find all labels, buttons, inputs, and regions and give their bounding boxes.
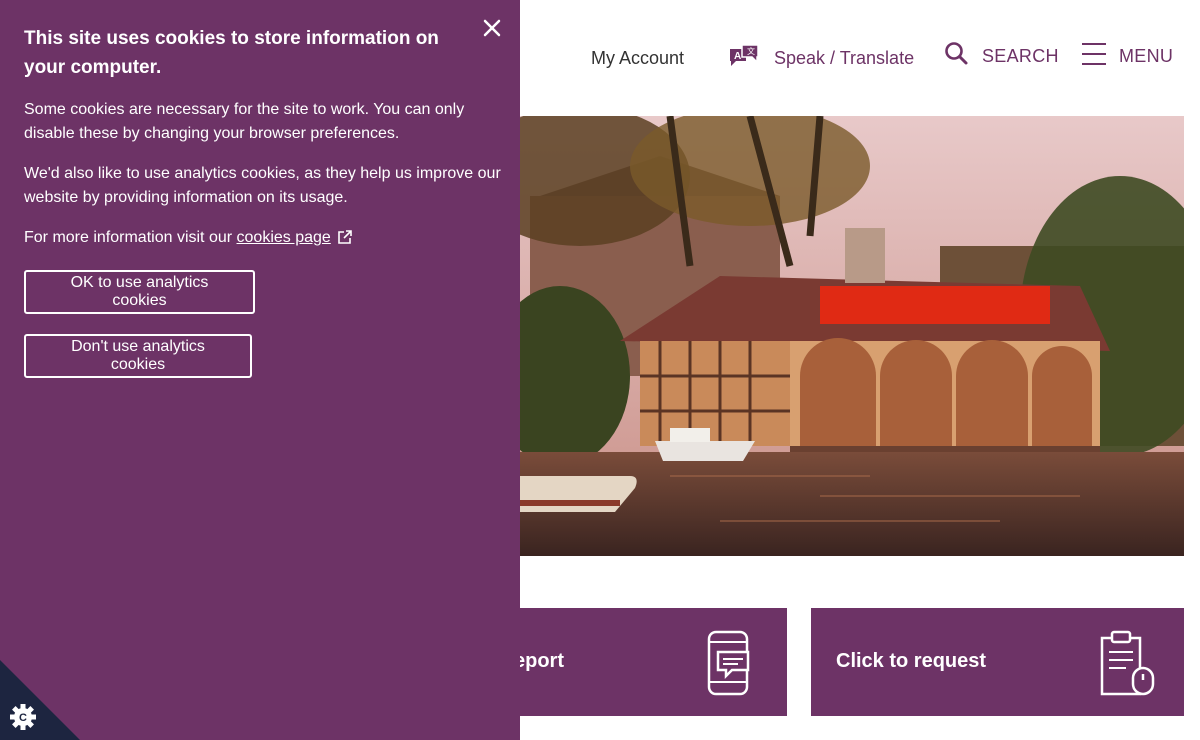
search-button[interactable]: SEARCH [944, 41, 1059, 72]
cookie-analytics-text: We'd also like to use analytics cookies,… [24, 165, 501, 206]
cookie-more-info-prefix: For more information visit our [24, 229, 237, 246]
cookie-settings-icon: C [10, 704, 36, 730]
hero-image [520, 116, 1184, 556]
svg-text:A: A [734, 51, 741, 62]
menu-label: MENU [1119, 45, 1174, 66]
cookie-title: This site uses cookies to store informat… [24, 28, 439, 78]
cookie-settings-button[interactable]: C [0, 660, 80, 740]
request-card[interactable]: Click to request [811, 608, 1184, 716]
search-label: SEARCH [982, 45, 1059, 66]
cookie-necessary-text: Some cookies are necessary for the site … [24, 101, 465, 142]
request-card-label: Click to request [836, 650, 987, 672]
reject-analytics-button[interactable]: Don't use analytics cookies [24, 334, 252, 378]
menu-button[interactable]: MENU [1081, 42, 1173, 70]
speak-translate-link[interactable]: A 文 Speak / Translate [728, 43, 915, 74]
phone-chat-icon [706, 630, 752, 701]
external-link-icon [337, 229, 353, 253]
my-account-link[interactable]: My Account [591, 44, 684, 72]
svg-text:C: C [19, 712, 27, 724]
search-icon [944, 41, 970, 72]
cookie-more-info: For more information visit our cookies p… [24, 226, 504, 253]
clipboard-mouse-icon [1098, 630, 1158, 701]
cookies-page-link[interactable]: cookies page [237, 229, 331, 246]
my-account-label: My Account [591, 47, 685, 68]
hamburger-icon [1081, 41, 1107, 72]
cookie-consent-panel: This site uses cookies to store informat… [0, 0, 520, 740]
translate-icon: A 文 [728, 43, 760, 74]
report-card[interactable]: eport [514, 608, 787, 716]
accept-analytics-button[interactable]: OK to use analytics cookies [24, 270, 255, 314]
speak-translate-label: Speak / Translate [774, 47, 915, 68]
svg-text:文: 文 [747, 46, 755, 56]
report-card-label: eport [514, 650, 564, 672]
